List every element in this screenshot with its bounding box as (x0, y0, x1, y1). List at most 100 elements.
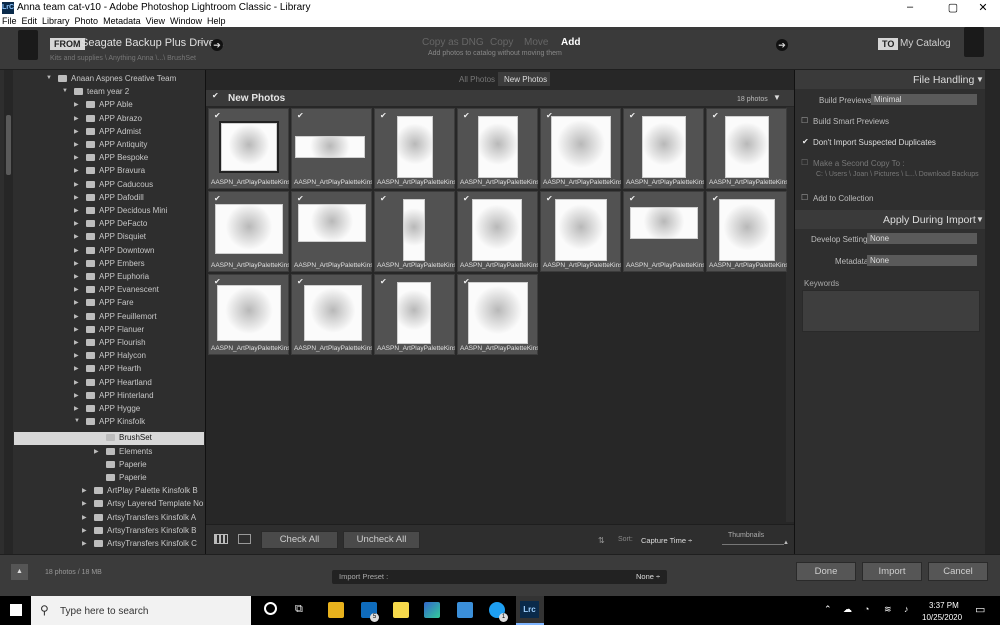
photo-cell[interactable]: ✔ AASPN_ArtPlayPaletteKins... (374, 108, 455, 189)
collapsed-triangle-icon[interactable]: ▶ (74, 101, 79, 108)
photo-cell[interactable]: ✔ AASPN_ArtPlayPaletteKins... (457, 191, 538, 272)
folder-item[interactable]: ▶ Artsy Layered Template No 2... (14, 498, 217, 511)
folder-item[interactable]: ▶ APP Flourish (14, 337, 204, 350)
photo-checkbox-icon[interactable]: ✔ (629, 111, 636, 120)
mode-copy-as-dng[interactable]: Copy as DNG (422, 37, 484, 48)
uncheck-all-button[interactable]: Uncheck All (343, 531, 420, 549)
folder-item[interactable]: ▶ APP Abrazo (14, 113, 204, 126)
folder-item[interactable]: ▶ APP Decidous Mini (14, 205, 204, 218)
collapsed-triangle-icon[interactable]: ▶ (74, 273, 79, 280)
photo-checkbox-icon[interactable]: ✔ (297, 277, 304, 286)
tray-chevron-icon[interactable]: ⌃ (824, 604, 832, 615)
menu-view[interactable]: View (146, 16, 165, 26)
folder-item[interactable]: ▶ APP Admist (14, 126, 204, 139)
collapsed-triangle-icon[interactable]: ▶ (74, 194, 79, 201)
folder-item[interactable]: ▶ APP Caducous (14, 179, 204, 192)
folder-item[interactable]: ▶ ArtsyTransfers Kinsfolk B (14, 525, 204, 538)
folder-item[interactable]: Paperie (14, 459, 204, 472)
folder-item[interactable]: ▶ APP Disquiet (14, 231, 204, 244)
photo-checkbox-icon[interactable]: ✔ (463, 111, 470, 120)
clock-time[interactable]: 3:37 PM (929, 601, 959, 610)
source-caret-icon[interactable]: ÷ (199, 38, 203, 47)
expand-up-button[interactable]: ▲ (11, 564, 28, 580)
folder-item[interactable]: ▶ ArtPlay Palette Kinsfolk B (14, 485, 204, 498)
collapsed-triangle-icon[interactable]: ▶ (74, 299, 79, 306)
maximize-button[interactable]: ▢ (938, 1, 968, 14)
folder-item[interactable]: ▶ APP DeFacto (14, 218, 204, 231)
folder-item[interactable]: ▶ APP Hinterland (14, 390, 204, 403)
left-scrollbar[interactable] (4, 70, 13, 554)
network-icon[interactable]: ◔ (864, 604, 869, 614)
feedback-hub-icon[interactable] (457, 602, 473, 618)
collapsed-triangle-icon[interactable]: ▶ (94, 448, 99, 455)
photo-checkbox-icon[interactable]: ✔ (214, 194, 221, 203)
mode-copy[interactable]: Copy (490, 37, 513, 48)
sort-direction-icon[interactable]: ⇅ (598, 536, 605, 545)
collapsed-triangle-icon[interactable]: ▶ (74, 405, 79, 412)
photo-cell[interactable]: ✔ AASPN_ArtPlayPaletteKins... (291, 108, 372, 189)
apply-collapse-icon[interactable]: ▼ (976, 215, 984, 224)
folder-item[interactable]: ▼ APP Kinsfolk (14, 416, 204, 429)
loupe-view-icon[interactable] (238, 534, 251, 544)
collapsed-triangle-icon[interactable]: ▶ (74, 128, 79, 135)
metadata-select[interactable]: None (867, 255, 977, 266)
photo-cell[interactable]: ✔ AASPN_ArtPlayPaletteKins... (540, 191, 621, 272)
photo-cell[interactable]: ✔ AASPN_ArtPlayPaletteKins... (208, 274, 289, 355)
close-button[interactable]: ✕ (968, 1, 998, 14)
filter-all-photos[interactable]: All Photos (459, 75, 495, 84)
photo-cell[interactable]: ✔ AASPN_ArtPlayPaletteKins... (623, 191, 704, 272)
photo-checkbox-icon[interactable]: ✔ (297, 194, 304, 203)
clock-date[interactable]: 10/25/2020 (922, 613, 962, 622)
expand-triangle-icon[interactable]: ▼ (62, 88, 68, 94)
photo-checkbox-icon[interactable]: ✔ (712, 194, 719, 203)
photo-cell[interactable]: ✔ AASPN_ArtPlayPaletteKins... (374, 274, 455, 355)
collapsed-triangle-icon[interactable]: ▶ (74, 313, 79, 320)
folder-item[interactable]: ▶ APP Embers (14, 258, 204, 271)
photo-checkbox-icon[interactable]: ✔ (380, 111, 387, 120)
photo-checkbox-icon[interactable]: ✔ (546, 194, 553, 203)
folder-item[interactable]: ▶ APP Dafodill (14, 192, 204, 205)
file-handling-title[interactable]: File Handling (913, 74, 974, 86)
sort-select[interactable]: Capture Time ÷ (641, 536, 692, 545)
destination-name[interactable]: My Catalog (900, 38, 951, 49)
menu-edit[interactable]: Edit (22, 16, 38, 26)
mode-add[interactable]: Add (561, 37, 580, 48)
folder-item[interactable]: ▶ APP Bespoke (14, 152, 204, 165)
collapsed-triangle-icon[interactable]: ▶ (74, 247, 79, 254)
cancel-button[interactable]: Cancel (928, 562, 988, 581)
volume-icon[interactable]: ♪ (904, 604, 909, 614)
collapsed-triangle-icon[interactable]: ▶ (74, 260, 79, 267)
task-view-icon[interactable]: ⧉ (295, 603, 303, 616)
collapsed-triangle-icon[interactable]: ▶ (74, 167, 79, 174)
thumbnail-slider-handle[interactable]: ▲ (783, 540, 789, 546)
menu-file[interactable]: File (2, 16, 17, 26)
folder-item[interactable]: ▶ APP Hearth (14, 363, 204, 376)
collapsed-triangle-icon[interactable]: ▶ (74, 181, 79, 188)
folder-item[interactable]: ▶ APP Flanuer (14, 324, 204, 337)
cortana-icon[interactable] (264, 602, 277, 615)
edge-browser-icon[interactable] (424, 602, 440, 618)
folder-item[interactable]: ▶ APP Able (14, 99, 204, 112)
sticky-notes-icon[interactable] (393, 602, 409, 618)
folder-item[interactable]: ▶ APP Halycon (14, 350, 204, 363)
photo-cell[interactable]: ✔ AASPN_ArtPlayPaletteKins... (457, 108, 538, 189)
check-all-button[interactable]: Check All (261, 531, 338, 549)
photo-cell[interactable]: ✔ AASPN_ArtPlayPaletteKins... (208, 191, 289, 272)
photo-checkbox-icon[interactable]: ✔ (380, 277, 387, 286)
build-previews-select[interactable]: Minimal (871, 94, 977, 105)
photo-cell[interactable]: ✔ AASPN_ArtPlayPaletteKins... (208, 108, 289, 189)
collapsed-triangle-icon[interactable]: ▶ (74, 365, 79, 372)
file-explorer-icon[interactable] (328, 602, 344, 618)
folder-item[interactable]: ▶ APP Antiquity (14, 139, 204, 152)
expand-triangle-icon[interactable]: ▼ (46, 75, 52, 81)
import-preset-select[interactable]: None ÷ (636, 572, 660, 581)
collapsed-triangle-icon[interactable]: ▶ (74, 141, 79, 148)
photo-checkbox-icon[interactable]: ✔ (463, 194, 470, 203)
photo-checkbox-icon[interactable]: ✔ (214, 111, 221, 120)
photo-cell[interactable]: ✔ AASPN_ArtPlayPaletteKins... (706, 191, 787, 272)
folder-item[interactable]: ▶ APP Downtown (14, 245, 204, 258)
import-button[interactable]: Import (862, 562, 922, 581)
done-button[interactable]: Done (796, 562, 856, 581)
notifications-icon[interactable]: ▭ (975, 603, 985, 616)
windows-start-icon[interactable] (10, 604, 22, 616)
